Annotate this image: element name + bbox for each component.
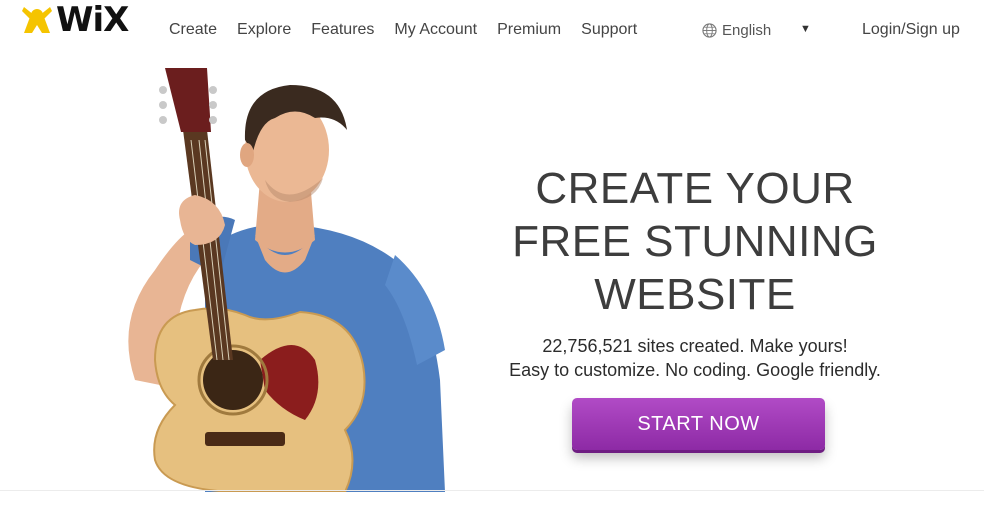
main-nav: Create Explore Features My Account Premi… xyxy=(169,21,637,39)
wix-logo[interactable]: WiX xyxy=(20,0,129,40)
hero-subtext: 22,756,521 sites created. Make yours! Ea… xyxy=(470,334,920,382)
headline-line-1: CREATE YOUR xyxy=(535,164,855,213)
login-signup-link[interactable]: Login/Sign up xyxy=(862,21,960,39)
hero-photo xyxy=(128,68,445,492)
divider xyxy=(0,490,984,491)
hero-headline: CREATE YOUR FREE STUNNING WEBSITE xyxy=(490,162,900,321)
features-text: Easy to customize. No coding. Google fri… xyxy=(509,360,881,380)
nav-explore[interactable]: Explore xyxy=(237,21,291,39)
nav-support[interactable]: Support xyxy=(581,21,637,39)
top-navigation-bar: WiX Create Explore Features My Account P… xyxy=(0,0,984,62)
nav-features[interactable]: Features xyxy=(311,21,374,39)
logo-wordmark: WiX xyxy=(56,0,129,40)
wix-mascot-icon xyxy=(22,7,52,33)
headline-line-2: FREE STUNNING xyxy=(512,217,878,266)
sites-created-text: 22,756,521 sites created. Make yours! xyxy=(542,336,848,356)
language-label: English xyxy=(722,22,772,39)
language-selector[interactable]: English xyxy=(702,22,771,39)
caret-down-icon[interactable]: ▼ xyxy=(800,23,811,35)
nav-create[interactable]: Create xyxy=(169,21,217,39)
headline-line-3: WEBSITE xyxy=(594,270,796,319)
nav-my-account[interactable]: My Account xyxy=(394,21,477,39)
start-now-button[interactable]: START NOW xyxy=(572,398,825,450)
globe-icon xyxy=(702,23,717,38)
nav-premium[interactable]: Premium xyxy=(497,21,561,39)
